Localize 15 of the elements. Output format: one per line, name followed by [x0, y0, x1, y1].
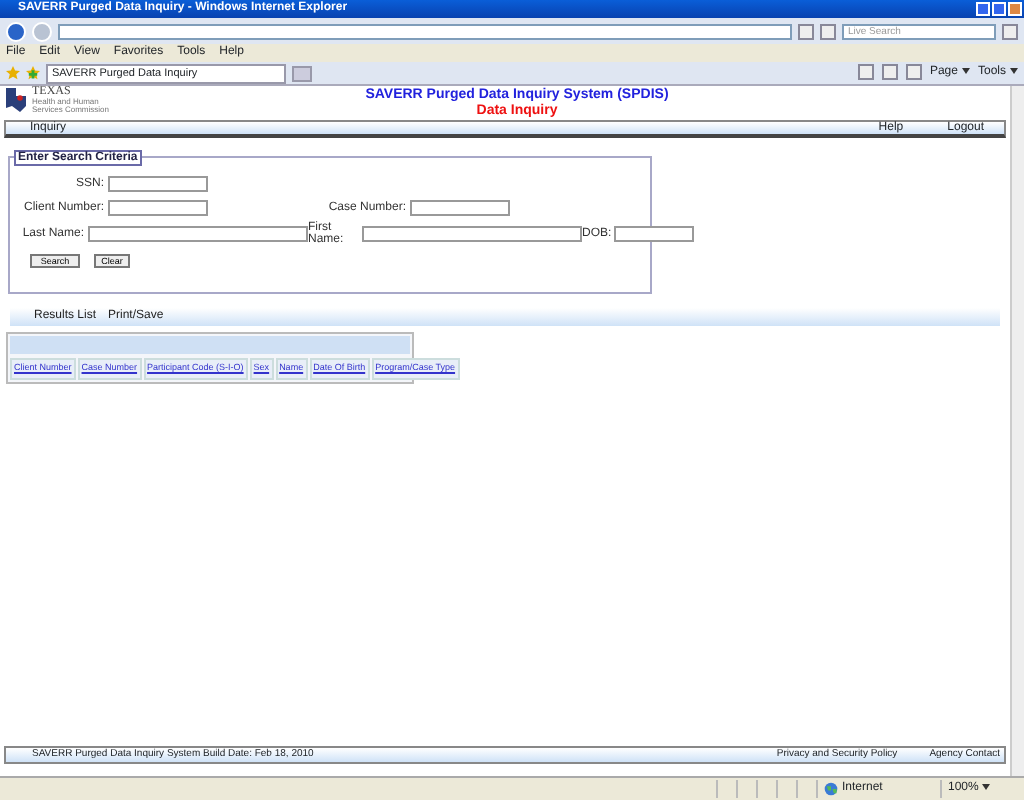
add-star-icon[interactable]: [26, 66, 40, 80]
close-button[interactable]: [1008, 2, 1022, 16]
scrollbar[interactable]: [1010, 86, 1024, 776]
input-field[interactable]: [108, 175, 208, 191]
input-field[interactable]: [88, 225, 308, 241]
star-icon[interactable]: [6, 66, 20, 80]
input-field[interactable]: [108, 199, 208, 215]
input-field[interactable]: [410, 199, 510, 215]
address-field[interactable]: [58, 23, 792, 39]
input-field[interactable]: [614, 225, 694, 241]
input-field[interactable]: [362, 225, 582, 241]
back-button[interactable]: [6, 21, 26, 41]
globe-icon: [824, 782, 838, 796]
new-tab-button[interactable]: [292, 65, 312, 81]
logo-icon: [4, 86, 28, 114]
